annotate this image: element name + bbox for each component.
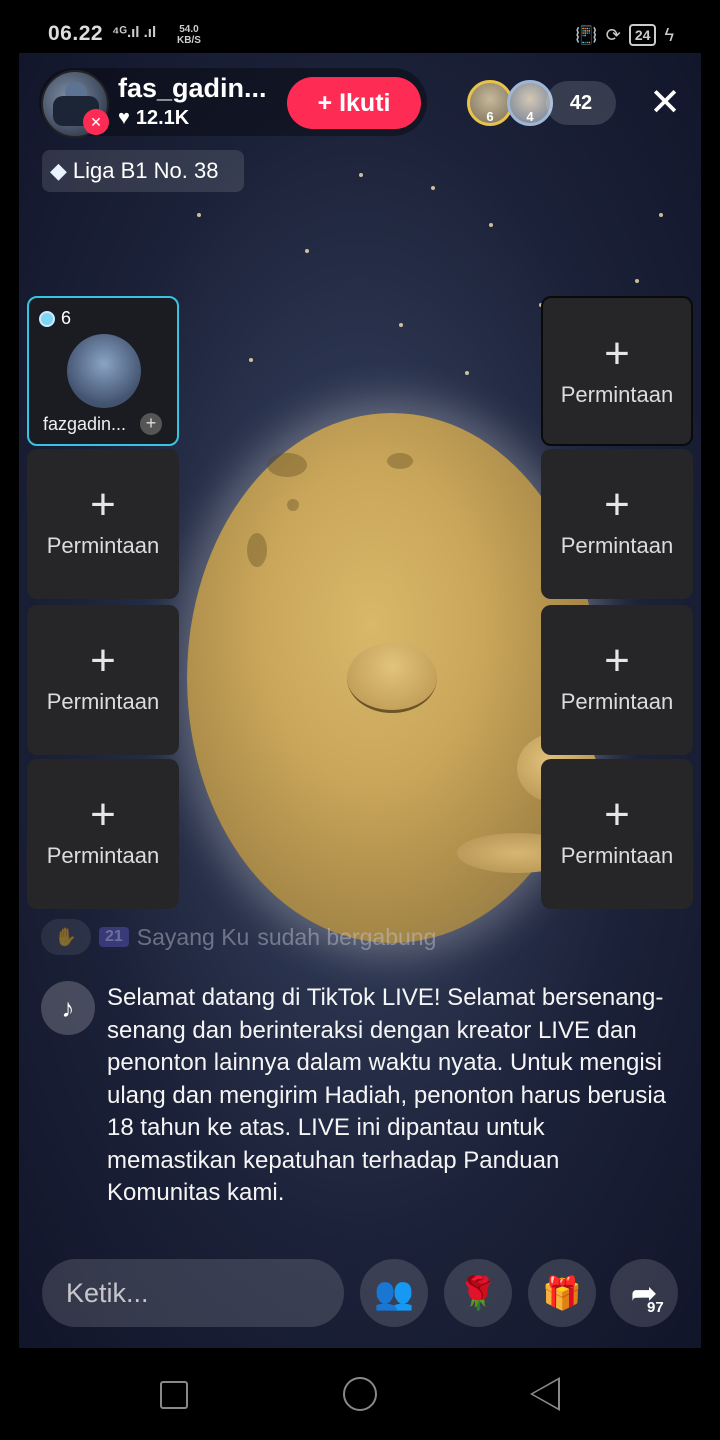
plus-icon: + bbox=[604, 636, 630, 685]
request-slot[interactable]: + Permintaan bbox=[27, 449, 179, 599]
wave-icon: ✋ bbox=[41, 919, 91, 955]
network-speed-unit: KB/S bbox=[177, 35, 201, 46]
guest-badge-count: 6 bbox=[61, 308, 72, 328]
request-label: Permintaan bbox=[560, 689, 674, 714]
star bbox=[399, 323, 403, 327]
star bbox=[197, 213, 201, 217]
follow-button[interactable]: + Ikuti bbox=[287, 77, 421, 129]
plus-icon: + bbox=[90, 790, 116, 839]
request-slot[interactable]: + Permintaan bbox=[541, 759, 693, 909]
plus-icon: + bbox=[604, 790, 630, 839]
star bbox=[489, 223, 493, 227]
moon-crater bbox=[387, 453, 413, 469]
recents-button[interactable] bbox=[160, 1381, 188, 1409]
comment-input[interactable]: Ketik... bbox=[42, 1259, 344, 1327]
network-speed-value: 54.0 bbox=[179, 24, 199, 35]
request-slot[interactable]: + Permintaan bbox=[27, 605, 179, 755]
viewer-rank: 4 bbox=[526, 109, 534, 124]
plus-icon: + bbox=[90, 636, 116, 685]
tiktok-icon: ♪ bbox=[41, 981, 95, 1035]
plus-icon: + bbox=[90, 480, 116, 529]
live-screen: ✕ fas_gadin... ♥ 12.1K + Ikuti 6 4 42 ✕ … bbox=[19, 53, 701, 1348]
share-icon[interactable]: ➦ bbox=[610, 1259, 678, 1327]
multi-guest-icon[interactable]: 👥 bbox=[360, 1259, 428, 1327]
guest-name: fazgadin... bbox=[43, 414, 127, 434]
moon-eye bbox=[347, 643, 437, 713]
rose-icon[interactable]: 🌹 bbox=[444, 1259, 512, 1327]
join-notification: ✋ 21 Sayang Ku sudah bergabung bbox=[41, 919, 436, 955]
viewer-count[interactable]: 42 bbox=[546, 81, 616, 125]
request-label: Permintaan bbox=[46, 533, 160, 558]
user-level-badge: 21 bbox=[99, 927, 129, 947]
moon-crater bbox=[267, 453, 307, 477]
guest-level-icon bbox=[39, 310, 55, 327]
network-speed: 54.0 KB/S bbox=[177, 24, 201, 46]
star bbox=[431, 186, 435, 190]
star bbox=[359, 173, 363, 177]
charging-icon: ϟ bbox=[664, 24, 674, 45]
moon-face-background bbox=[187, 413, 597, 943]
welcome-message: Selamat datang di TikTok LIVE! Selamat b… bbox=[107, 984, 667, 1206]
join-text: sudah bergabung bbox=[257, 923, 437, 950]
host-likes: ♥ 12.1K bbox=[118, 107, 189, 130]
star bbox=[305, 249, 309, 253]
request-label: Permintaan bbox=[560, 843, 674, 868]
star bbox=[465, 371, 469, 375]
system-nav-bar bbox=[0, 1348, 720, 1440]
guest-avatar bbox=[67, 334, 141, 408]
status-bar: 06.22 ⁴ᴳ.ıl .ıl 54.0 KB/S 📳 ⟳ 24 ϟ bbox=[0, 0, 720, 60]
guest-badge: 6 bbox=[39, 308, 71, 329]
league-label: Liga B1 No. 38 bbox=[72, 158, 219, 183]
star bbox=[249, 358, 253, 362]
mic-off-icon: ✕ bbox=[83, 109, 109, 135]
rotation-lock-icon: ⟳ bbox=[605, 24, 621, 45]
vibrate-icon: 📳 bbox=[575, 24, 598, 45]
plus-icon: + bbox=[604, 329, 630, 378]
join-username: Sayang Ku bbox=[136, 923, 250, 950]
league-badge[interactable]: ◆ Liga B1 No. 38 bbox=[42, 150, 244, 192]
request-label: Permintaan bbox=[46, 689, 160, 714]
request-label: Permintaan bbox=[560, 533, 674, 558]
host-likes-count: 12.1K bbox=[135, 107, 190, 129]
request-slot[interactable]: + Permintaan bbox=[541, 296, 693, 446]
star bbox=[635, 279, 639, 283]
request-label: Permintaan bbox=[46, 843, 160, 868]
request-slot[interactable]: + Permintaan bbox=[27, 759, 179, 909]
battery-icon: 24 bbox=[628, 24, 657, 46]
viewer-rank: 6 bbox=[486, 109, 494, 124]
guest-follow-icon[interactable]: + bbox=[140, 413, 162, 435]
moon-crater bbox=[287, 499, 299, 511]
gift-icon[interactable]: 🎁 bbox=[528, 1259, 596, 1327]
host-name[interactable]: fas_gadin... bbox=[118, 73, 267, 104]
request-slot[interactable]: + Permintaan bbox=[541, 449, 693, 599]
request-label: Permintaan bbox=[560, 382, 674, 407]
plus-icon: + bbox=[604, 480, 630, 529]
gem-icon: ◆ bbox=[50, 158, 67, 183]
share-count: 97 bbox=[647, 1299, 664, 1316]
close-icon[interactable]: ✕ bbox=[643, 81, 687, 125]
home-button[interactable] bbox=[343, 1377, 377, 1411]
signal-icon: ⁴ᴳ.ıl .ıl bbox=[112, 24, 157, 41]
back-button[interactable] bbox=[530, 1377, 560, 1411]
status-icons: 📳 ⟳ 24 ϟ bbox=[575, 24, 674, 46]
moon-crater bbox=[247, 533, 267, 567]
heart-icon: ♥ bbox=[118, 107, 130, 129]
guest-slot-active[interactable]: 6 fazgadin... + bbox=[27, 296, 179, 446]
status-time: 06.22 bbox=[48, 22, 104, 45]
request-slot[interactable]: + Permintaan bbox=[541, 605, 693, 755]
star bbox=[659, 213, 663, 217]
